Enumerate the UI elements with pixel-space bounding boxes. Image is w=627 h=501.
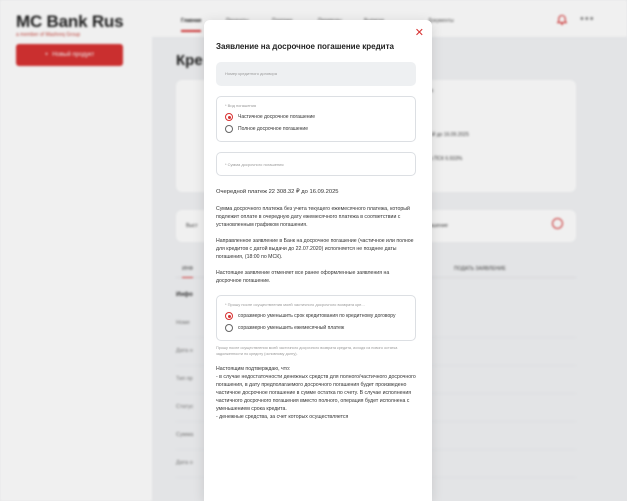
dialog-title: Заявление на досрочное погашение кредита <box>216 42 394 51</box>
after-partial-legend: * Прошу после осуществления моей частичн… <box>225 302 365 308</box>
radio-label: соразмерно уменьшить срок кредитования п… <box>238 313 396 320</box>
after-partial-group: * Прошу после осуществления моей частичн… <box>216 295 416 342</box>
confirm-text: - в случае недостаточности денежных сред… <box>216 374 416 413</box>
radio-unselected-icon[interactable] <box>225 125 233 133</box>
confirm-text: - денежные средства, за счет которых осу… <box>216 414 349 421</box>
info-paragraph: Настоящее заявление отменяет все ранее о… <box>216 270 390 285</box>
amount-placeholder: * Сумма досрочного погашения <box>225 162 284 167</box>
contract-number-label: Номер кредитного договора <box>225 71 277 76</box>
early-repayment-dialog: ✕ Заявление на досрочное погашение креди… <box>204 20 432 501</box>
radio-selected-icon[interactable] <box>225 113 233 121</box>
close-icon[interactable]: ✕ <box>415 28 424 39</box>
repayment-type-group: * Вид погашения Частичное досрочное пога… <box>216 96 416 142</box>
info-paragraph: Направленное заявление в Банк на досрочн… <box>216 238 414 261</box>
confirm-heading: Настоящим подтверждаю, что: <box>216 366 291 373</box>
radio-label: Полное досрочное погашение <box>238 125 308 132</box>
contract-number-field[interactable]: Номер кредитного договора <box>216 62 416 86</box>
radio-label: Частичное досрочное погашение <box>238 113 316 120</box>
repayment-type-legend: * Вид погашения <box>225 103 257 108</box>
info-paragraph: Сумма досрочного платежа без учета текущ… <box>216 205 410 229</box>
radio-full-repayment[interactable]: Полное досрочное погашение <box>225 125 407 133</box>
radio-label: соразмерно уменьшить ежемесячный платеж <box>238 325 345 332</box>
radio-reduce-payment[interactable]: соразмерно уменьшить ежемесячный платеж <box>225 324 407 333</box>
dialog-body: Номер кредитного договора * Вид погашени… <box>216 62 416 422</box>
radio-selected-icon[interactable] <box>225 312 233 321</box>
radio-reduce-term[interactable]: соразмерно уменьшить срок кредитования п… <box>225 312 407 321</box>
after-partial-note: Прошу после осуществления моей частичног… <box>216 346 398 356</box>
next-payment-text: Очередной платеж 22 308.32 ₽ до 16.09.20… <box>216 189 339 195</box>
repayment-amount-input[interactable]: * Сумма досрочного погашения <box>216 152 416 176</box>
radio-partial-repayment[interactable]: Частичное досрочное погашение <box>225 113 407 121</box>
radio-unselected-icon[interactable] <box>225 324 233 333</box>
